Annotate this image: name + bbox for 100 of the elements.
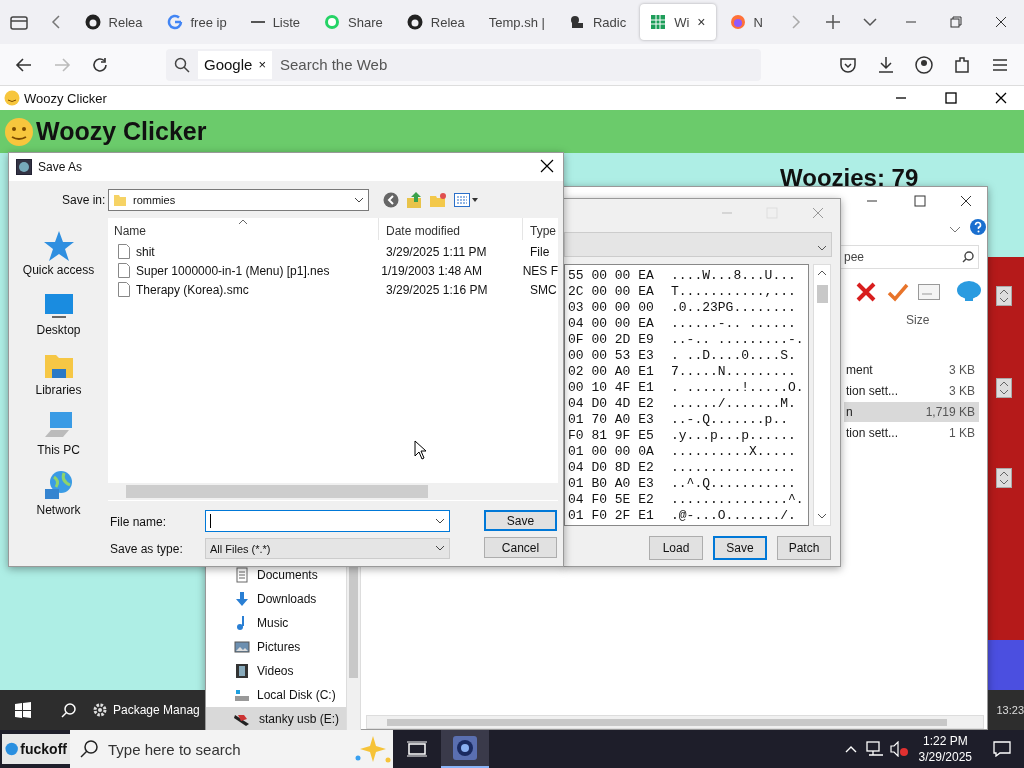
google-icon (166, 14, 183, 30)
hex-button[interactable]: Patch (777, 536, 831, 560)
account-icon[interactable] (915, 55, 933, 74)
dialog-button[interactable]: Save (484, 510, 557, 531)
file-row[interactable]: shit 3/29/2025 1:11 PM File (118, 242, 558, 261)
scroll-thumb[interactable] (126, 485, 428, 498)
help-icon[interactable] (970, 219, 986, 235)
close-icon[interactable] (540, 158, 554, 173)
chevron-up-icon[interactable] (844, 745, 857, 753)
browser-tab[interactable]: Radic (558, 4, 637, 40)
delete-icon[interactable] (856, 282, 876, 302)
place-item[interactable]: Quick access (11, 223, 106, 283)
browser-tab[interactable]: free ip (156, 4, 237, 40)
browser-tab[interactable]: Relea (74, 4, 153, 40)
nav-item[interactable]: Pictures (206, 635, 346, 659)
sort-caret-icon (238, 219, 248, 225)
spinner-icon[interactable] (996, 286, 1012, 306)
file-row[interactable]: tion sett... 1 KB (844, 423, 979, 443)
scroll-down-icon[interactable] (817, 513, 827, 519)
file-row[interactable]: Therapy (Korea).smc 3/29/2025 1:16 PM SMC (118, 280, 558, 299)
hex-bytes: 01 B0 A0 E3 (567, 475, 655, 491)
file-date: 3/29/2025 1:16 PM (386, 282, 489, 297)
file-row[interactable]: ment 3 KB (844, 360, 979, 380)
taskbar-search[interactable]: Type here to search (70, 730, 393, 768)
speaker-muted-icon[interactable] (889, 741, 908, 757)
notification-icon[interactable] (993, 741, 1011, 757)
place-item[interactable]: Network (11, 463, 106, 523)
new-folder-icon[interactable] (429, 192, 447, 208)
chat-icon (324, 14, 341, 30)
search-icon[interactable] (61, 702, 77, 718)
start-icon[interactable] (15, 702, 31, 718)
nav-item[interactable]: Videos (206, 659, 346, 683)
save-as-type-dropdown[interactable]: All Files (*.*) (205, 538, 450, 559)
reload-icon[interactable] (91, 55, 109, 74)
new-tab-icon[interactable] (824, 14, 841, 30)
download-icon[interactable] (877, 55, 895, 74)
tab-list-icon[interactable] (9, 14, 28, 30)
envelope-icon[interactable] (918, 284, 940, 300)
browser-tab[interactable]: Temp.sh | (478, 4, 555, 40)
hex-button[interactable]: Save (713, 536, 767, 560)
view-menu-icon[interactable] (454, 193, 478, 207)
scroll-up-icon[interactable] (817, 270, 827, 276)
document-icon (234, 567, 250, 583)
column-header[interactable]: Date modified (386, 224, 461, 238)
footer-panel (988, 640, 1024, 690)
maximize-icon[interactable] (945, 92, 957, 104)
spinner-icon[interactable] (996, 468, 1012, 488)
close-icon[interactable] (995, 16, 1008, 28)
chevron-down-icon (435, 517, 445, 525)
back-caret-icon[interactable] (50, 14, 61, 30)
file-name-field[interactable] (205, 510, 450, 532)
dialog-button[interactable]: Cancel (484, 537, 557, 558)
close-icon[interactable] (995, 92, 1007, 104)
file-row[interactable]: n 1,719 KB (844, 402, 979, 422)
scrollbar[interactable] (366, 715, 984, 729)
nav-item[interactable]: Documents (206, 563, 346, 587)
network-icon[interactable] (865, 741, 884, 757)
nav-item[interactable]: stanky usb (E:) (206, 707, 346, 731)
nav-item[interactable]: Local Disk (C:) (206, 683, 346, 707)
address-bar[interactable]: Google × Search the Web (166, 48, 761, 81)
place-item[interactable]: This PC (11, 403, 106, 463)
chevron-down-icon[interactable] (949, 226, 961, 234)
search-engine-chip[interactable]: Google × (198, 50, 272, 79)
save-in-dropdown[interactable]: rommies (108, 189, 369, 211)
column-header[interactable]: Size (906, 313, 930, 327)
close-icon[interactable] (960, 195, 972, 207)
up-folder-icon[interactable] (406, 191, 424, 209)
hex-button[interactable]: Load (649, 536, 703, 560)
place-item[interactable]: Libraries (11, 343, 106, 403)
folder-icon (113, 193, 127, 207)
browser-tab[interactable]: Share (314, 4, 393, 40)
ascii-text: .y...p...p...... (671, 427, 796, 443)
pocket-icon[interactable] (839, 55, 857, 74)
nav-item[interactable]: Downloads (206, 587, 346, 611)
tab-close[interactable]: × (697, 14, 706, 30)
file-row[interactable]: tion sett... 3 KB (844, 381, 979, 401)
taskbar-app[interactable] (441, 730, 489, 768)
nav-item[interactable]: Music (206, 611, 346, 635)
back-icon[interactable] (383, 192, 399, 208)
start-button[interactable]: fuckoff (2, 734, 70, 764)
restore-icon[interactable] (950, 16, 963, 28)
file-row[interactable]: Super 1000000-in-1 (Menu) [p1].nes 1/19/2003 1:48 AM NES F (118, 261, 558, 280)
back-icon[interactable] (15, 55, 33, 74)
browser-tab[interactable]: Relea (396, 4, 475, 40)
taskbar-clock[interactable]: 1:22 PM 3/29/2025 (910, 733, 980, 765)
ascii-text: ..........X..... (671, 443, 796, 459)
clear-chip[interactable]: × (258, 57, 266, 72)
place-item[interactable]: Desktop (11, 283, 106, 343)
checkmark-icon[interactable] (887, 282, 909, 302)
browser-tab[interactable]: N (719, 4, 773, 40)
scroll-thumb[interactable] (817, 285, 828, 303)
scroll-thumb[interactable] (387, 719, 947, 726)
scrollbar[interactable] (813, 264, 831, 526)
browser-tab[interactable]: Liste (240, 4, 311, 40)
fox-icon (729, 14, 746, 30)
search-field[interactable]: pee (839, 245, 979, 269)
column-header[interactable]: Name (114, 224, 146, 238)
browser-tab[interactable]: Wi × (640, 4, 716, 40)
column-header[interactable]: Type (530, 224, 556, 238)
spinner-icon[interactable] (996, 378, 1012, 398)
